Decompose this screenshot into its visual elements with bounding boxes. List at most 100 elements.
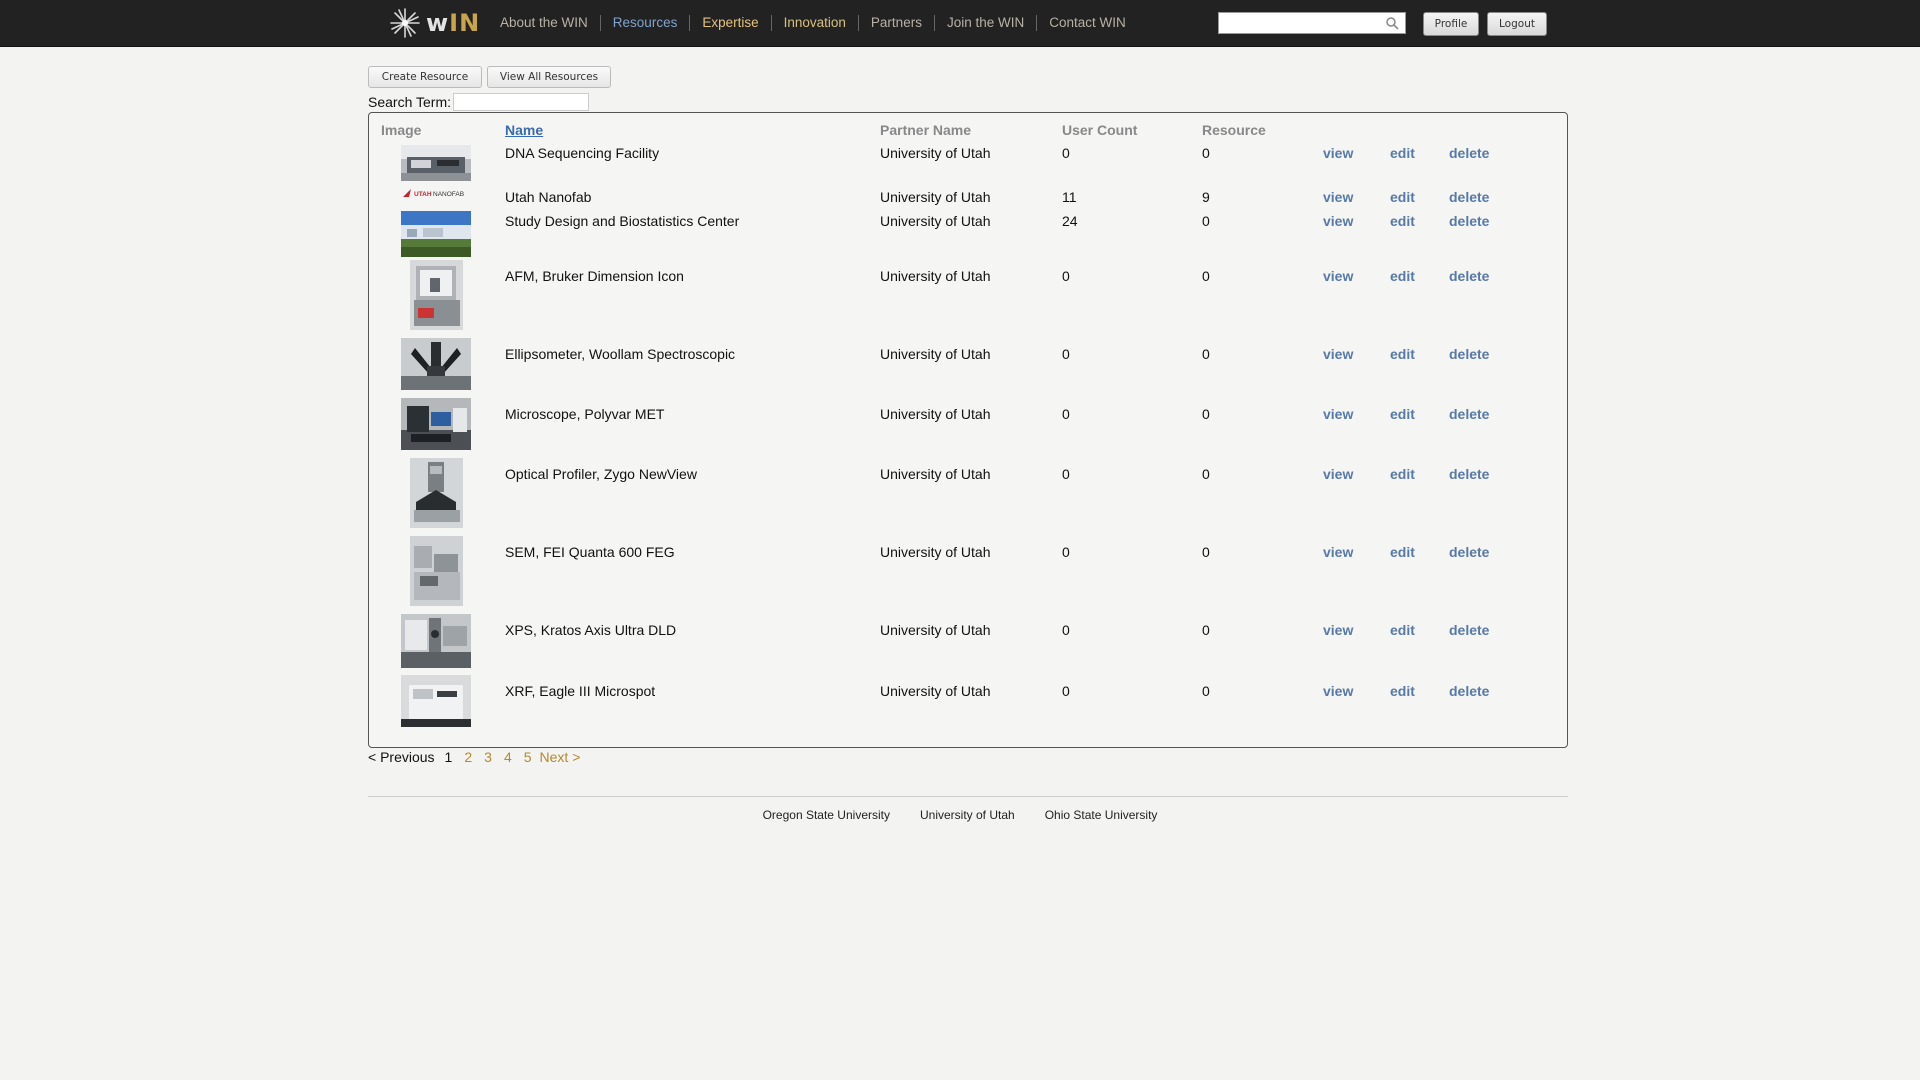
edit-link[interactable]: edit <box>1390 622 1415 638</box>
pagination-previous[interactable]: < Previous <box>368 749 435 765</box>
nav-contact[interactable]: Contact WIN <box>1037 15 1138 31</box>
svg-text:NANOFAB: NANOFAB <box>433 191 464 198</box>
resource-thumbnail[interactable] <box>410 260 463 330</box>
search-term-input[interactable] <box>453 93 589 111</box>
site-search-input[interactable] <box>1219 13 1387 33</box>
delete-link[interactable]: delete <box>1449 346 1489 362</box>
edit-link[interactable]: edit <box>1390 145 1415 161</box>
win-logo[interactable]: wIN <box>388 6 480 40</box>
edit-link[interactable]: edit <box>1390 544 1415 560</box>
footer-link-university-of-utah[interactable]: University of Utah <box>920 808 1015 822</box>
resource-thumbnail[interactable] <box>401 398 471 450</box>
delete-link[interactable]: delete <box>1449 622 1489 638</box>
view-link[interactable]: view <box>1323 346 1353 362</box>
pagination-page-5[interactable]: 5 <box>524 749 532 765</box>
user-count: 0 <box>1062 268 1070 284</box>
user-count: 0 <box>1062 406 1070 422</box>
column-header-resource: Resource <box>1202 122 1266 138</box>
nav-resources[interactable]: Resources <box>601 15 691 31</box>
resource-count: 0 <box>1202 622 1210 638</box>
user-count: 24 <box>1062 213 1078 229</box>
delete-link[interactable]: delete <box>1449 406 1489 422</box>
resource-thumbnail[interactable] <box>410 458 463 528</box>
edit-link[interactable]: edit <box>1390 189 1415 205</box>
column-header-partner: Partner Name <box>880 122 972 138</box>
delete-link[interactable]: delete <box>1449 145 1489 161</box>
pagination-page-3[interactable]: 3 <box>484 749 492 765</box>
column-header-name[interactable]: Name <box>505 122 543 138</box>
logo-text: wIN <box>426 9 481 37</box>
footer-divider <box>368 796 1568 797</box>
resource-name: Optical Profiler, Zygo NewView <box>505 466 697 482</box>
edit-link[interactable]: edit <box>1390 406 1415 422</box>
partner-name: University of Utah <box>880 213 991 229</box>
resource-thumbnail[interactable] <box>401 675 471 727</box>
create-resource-button[interactable]: Create Resource <box>368 66 482 88</box>
search-icon[interactable] <box>1385 16 1399 30</box>
edit-link[interactable]: edit <box>1390 346 1415 362</box>
pagination: < Previous 1 2 3 4 5 Next > <box>368 748 592 766</box>
edit-link[interactable]: edit <box>1390 466 1415 482</box>
resource-thumbnail[interactable] <box>401 145 471 181</box>
pagination-next[interactable]: Next > <box>540 749 581 765</box>
view-link[interactable]: view <box>1323 213 1353 229</box>
edit-link[interactable]: edit <box>1390 268 1415 284</box>
nav-innovation[interactable]: Innovation <box>772 15 859 31</box>
partner-name: University of Utah <box>880 189 991 205</box>
delete-link[interactable]: delete <box>1449 683 1489 699</box>
profile-button[interactable]: Profile <box>1423 12 1479 36</box>
partner-name: University of Utah <box>880 466 991 482</box>
resource-count: 0 <box>1202 406 1210 422</box>
delete-link[interactable]: delete <box>1449 268 1489 284</box>
footer-link-ohio-state[interactable]: Ohio State University <box>1045 808 1158 822</box>
resource-thumbnail[interactable]: UTAH NANOFAB <box>401 183 471 203</box>
resource-thumbnail[interactable] <box>401 614 471 668</box>
nav-partners[interactable]: Partners <box>859 15 935 31</box>
view-link[interactable]: view <box>1323 145 1353 161</box>
resource-name: Study Design and Biostatistics Center <box>505 213 740 229</box>
resource-name: XPS, Kratos Axis Ultra DLD <box>505 622 677 638</box>
partner-name: University of Utah <box>880 145 991 161</box>
edit-link[interactable]: edit <box>1390 213 1415 229</box>
delete-link[interactable]: delete <box>1449 189 1489 205</box>
user-count: 0 <box>1062 145 1070 161</box>
nav-expertise[interactable]: Expertise <box>690 15 772 31</box>
resource-count: 0 <box>1202 544 1210 560</box>
resource-name: AFM, Bruker Dimension Icon <box>505 268 684 284</box>
resource-count: 0 <box>1202 466 1210 482</box>
footer-link-oregon-state[interactable]: Oregon State University <box>763 808 890 822</box>
resource-count: 0 <box>1202 145 1210 161</box>
nav-about[interactable]: About the WIN <box>488 15 601 31</box>
view-link[interactable]: view <box>1323 683 1353 699</box>
pagination-page-2[interactable]: 2 <box>464 749 472 765</box>
resource-name: Microscope, Polyvar MET <box>505 406 665 422</box>
nav-join[interactable]: Join the WIN <box>935 15 1038 31</box>
view-all-resources-button[interactable]: View All Resources <box>487 66 611 88</box>
search-term-label: Search Term: <box>368 94 451 110</box>
partner-name: University of Utah <box>880 406 991 422</box>
delete-link[interactable]: delete <box>1449 213 1489 229</box>
logo-text-initial: w <box>426 9 450 37</box>
resource-name: Utah Nanofab <box>505 189 592 205</box>
view-link[interactable]: view <box>1323 544 1353 560</box>
logout-button[interactable]: Logout <box>1487 12 1547 36</box>
view-link[interactable]: view <box>1323 466 1353 482</box>
delete-link[interactable]: delete <box>1449 466 1489 482</box>
resource-thumbnail[interactable] <box>401 338 471 390</box>
resource-thumbnail[interactable] <box>410 536 463 606</box>
delete-link[interactable]: delete <box>1449 544 1489 560</box>
view-link[interactable]: view <box>1323 268 1353 284</box>
resource-thumbnail[interactable] <box>401 211 471 257</box>
partner-name: University of Utah <box>880 683 991 699</box>
view-link[interactable]: view <box>1323 622 1353 638</box>
pagination-page-4[interactable]: 4 <box>504 749 512 765</box>
resources-table: Image Name Partner Name User Count Resou… <box>368 112 1568 748</box>
starburst-logo-icon <box>390 8 420 38</box>
view-link[interactable]: view <box>1323 406 1353 422</box>
view-link[interactable]: view <box>1323 189 1353 205</box>
resource-count: 9 <box>1202 189 1210 205</box>
edit-link[interactable]: edit <box>1390 683 1415 699</box>
resource-count: 0 <box>1202 268 1210 284</box>
user-count: 0 <box>1062 466 1070 482</box>
svg-text:UTAH: UTAH <box>414 191 432 198</box>
